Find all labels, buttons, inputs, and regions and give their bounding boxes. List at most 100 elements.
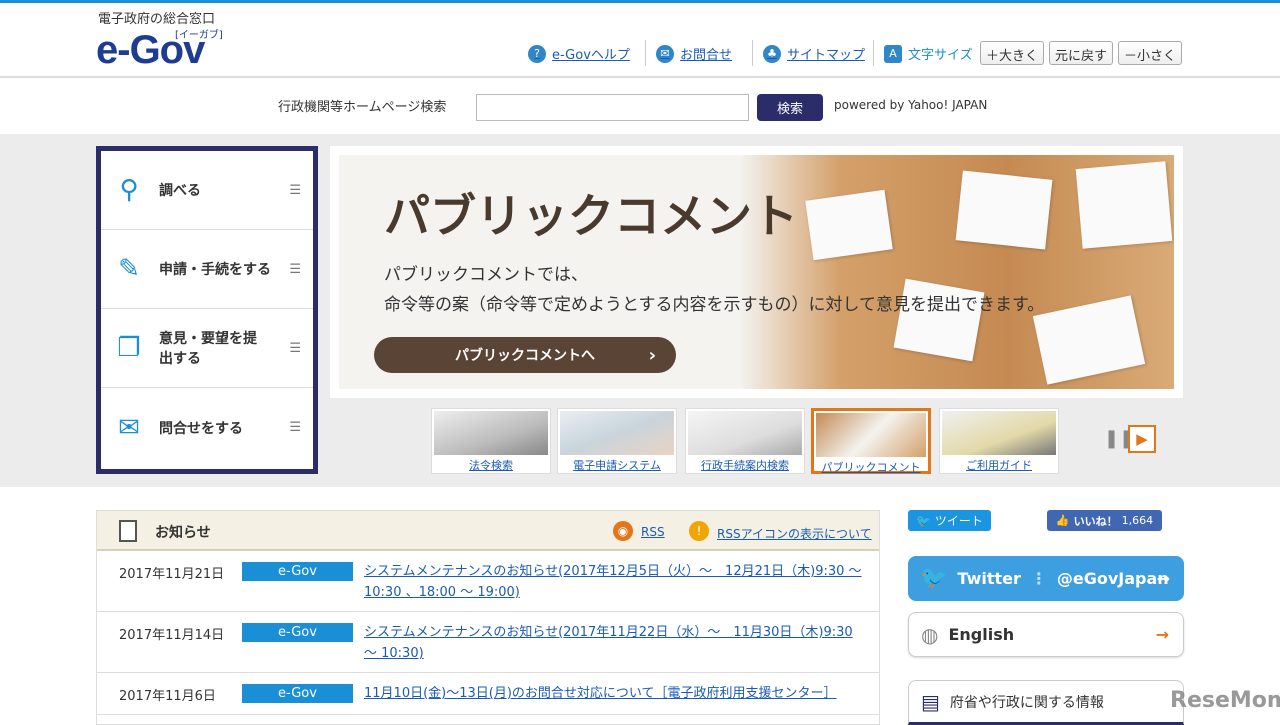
envelope-icon: ✉ <box>118 412 140 443</box>
font-reset-button[interactable]: 元に戻す <box>1049 41 1114 65</box>
banner-desc-line: パブリックコメントでは、 <box>384 265 588 285</box>
news-row: 2017年11月14日 e-Gov システムメンテナンスのお知らせ(2017年11月… <box>97 612 879 673</box>
search-input[interactable] <box>476 94 749 121</box>
menu-item-contact[interactable]: ✉ 問合せをする ☰ <box>101 388 313 467</box>
thumb-label: 電子申請システム <box>573 459 661 472</box>
tweet-label: ツイート <box>934 514 983 528</box>
divider <box>873 40 874 66</box>
twitter-account-button[interactable]: 🐦 Twitter ⋮ @eGovJapan → <box>908 556 1184 601</box>
globe-icon: ◍ <box>921 622 939 647</box>
sitemap-link[interactable]: ♣ サイトマップ <box>763 44 865 63</box>
thumb-label: 行政手続案内検索 <box>701 459 789 472</box>
search-label: 行政機関等ホームページ検索 <box>278 100 447 115</box>
news-date: 2017年11月21日 <box>119 567 225 582</box>
document-icon <box>119 520 137 542</box>
banner-desc-line: 命令等の案（命令等で定めようとする内容を示すもの）に対して意見を提出できます。 <box>384 295 1045 315</box>
powered-by: powered by Yahoo! JAPAN <box>834 98 988 112</box>
thumb-law-search[interactable]: 法令検索 <box>431 408 551 474</box>
font-size-text: 文字サイズ <box>908 48 973 63</box>
chevron-right-icon: › <box>648 344 656 366</box>
pen-form-icon: ✎ <box>118 254 140 284</box>
sitemap-icon: ♣ <box>763 44 781 63</box>
news-date: 2017年11月6日 <box>119 689 216 704</box>
font-size-icon: A <box>884 44 902 63</box>
search-button[interactable]: 検索 <box>757 94 823 121</box>
speech-bubble-icon: ❐ <box>117 333 141 363</box>
rss-link[interactable]: RSS <box>641 525 665 539</box>
thumbs-up-icon: 👍 <box>1055 514 1070 527</box>
tweet-button[interactable]: 🐦 ツイート <box>908 510 991 531</box>
thumb-label: ご利用ガイド <box>966 459 1032 472</box>
font-smaller-button[interactable]: －小さく <box>1118 41 1183 65</box>
font-size-label: A 文字サイズ <box>884 44 973 63</box>
contact-link-label: お問合せ <box>680 48 733 63</box>
rss-icon: ◉ <box>613 521 633 541</box>
divider <box>645 40 646 66</box>
play-icon[interactable]: ▶ <box>1128 425 1156 453</box>
twitter-label: Twitter <box>957 569 1021 588</box>
rss-about-link[interactable]: RSSアイコンの表示について <box>717 525 872 542</box>
thumb-label: パブリックコメント <box>821 461 921 474</box>
menu-label: 問合せをする <box>159 420 243 437</box>
list-icon: ☰ <box>289 340 301 356</box>
public-comment-button[interactable]: パブリックコメントへ › <box>374 337 676 373</box>
menu-label: 意見・要望を提出する <box>159 331 257 367</box>
magnifier-icon: ⚲ <box>119 175 139 205</box>
thumb-label: 法令検索 <box>469 459 513 472</box>
news-row: 2017年11月21日 e-Gov システムメンテナンスのお知らせ(2017年12月… <box>97 551 879 612</box>
documents-icon: ▤ <box>921 689 940 714</box>
exclamation-icon: ! <box>689 521 709 541</box>
watermark-logo: ReseMom <box>1170 688 1280 713</box>
english-label: English <box>948 625 1015 644</box>
main-menu: ⚲ 調べる ☰ ✎ 申請・手続をする ☰ ❐ 意見・要望を提出する ☰ ✉ 問合せをする ☰ <box>96 146 318 474</box>
news-link[interactable]: システムメンテナンスのお知らせ(2017年11月22日（水）～ 11月30日（木… <box>364 622 864 664</box>
news-title: お知らせ <box>155 525 211 541</box>
list-icon: ☰ <box>289 261 301 277</box>
thumb-guide[interactable]: ご利用ガイド <box>939 408 1059 474</box>
news-tag: e-Gov <box>242 562 353 581</box>
thumb-e-application[interactable]: 電子申請システム <box>557 408 677 474</box>
help-link[interactable]: ? e-Govヘルプ <box>528 44 630 63</box>
arrow-right-icon: → <box>1156 569 1170 588</box>
news-header: お知らせ ◉ RSS ! RSSアイコンの表示について <box>97 511 879 551</box>
menu-item-opinion[interactable]: ❐ 意見・要望を提出する ☰ <box>101 309 313 388</box>
button-label: パブリックコメントへ <box>455 348 595 364</box>
twitter-bird-icon: 🐦 <box>920 566 948 591</box>
help-icon: ? <box>528 44 546 63</box>
banner-image: パブリックコメント パブリックコメントでは、命令等の案（命令等で定めようとする内… <box>339 155 1174 389</box>
hero-banner[interactable]: パブリックコメント パブリックコメントでは、命令等の案（命令等で定めようとする内… <box>330 146 1183 398</box>
divider <box>752 40 753 66</box>
news-link[interactable]: 11月10日(金)～13日(月)のお問合せ対応について［電子政府利用支援センター… <box>364 683 864 704</box>
facebook-like-button[interactable]: 👍 いいね！ 1,664 <box>1047 510 1162 531</box>
divider: ⋮ <box>1030 569 1047 588</box>
list-icon: ☰ <box>289 182 301 198</box>
like-count: 1,664 <box>1121 514 1154 527</box>
banner-title: パブリックコメント <box>384 189 798 243</box>
banner-description: パブリックコメントでは、命令等の案（命令等で定めようとする内容を示すもの）に対し… <box>384 260 1044 320</box>
menu-item-search[interactable]: ⚲ 調べる ☰ <box>101 151 313 230</box>
list-icon: ☰ <box>289 420 301 435</box>
menu-item-apply[interactable]: ✎ 申請・手続をする ☰ <box>101 230 313 309</box>
gov-info-title: 府省や行政に関する情報 <box>949 694 1104 711</box>
like-label: いいね！ <box>1073 514 1118 528</box>
help-link-label: e-Govヘルプ <box>552 48 630 63</box>
news-link[interactable]: システムメンテナンスのお知らせ(2017年12月5日（火）～ 12月21日（木)… <box>364 561 864 603</box>
news-section: お知らせ ◉ RSS ! RSSアイコンの表示について 2017年11月21日 e… <box>96 510 880 725</box>
logo-reading: [イーガブ] <box>175 30 223 41</box>
news-date: 2017年11月14日 <box>119 628 225 643</box>
news-tag: e-Gov <box>242 684 353 703</box>
english-button[interactable]: ◍ English → <box>908 612 1184 657</box>
gov-info-section[interactable]: ▤ 府省や行政に関する情報 <box>908 680 1184 725</box>
mail-icon: ✉ <box>656 44 674 63</box>
contact-link[interactable]: ✉ お問合せ <box>656 44 732 63</box>
thumb-procedure-search[interactable]: 行政手続案内検索 <box>685 408 805 474</box>
menu-label: 調べる <box>159 183 201 199</box>
news-row: 2017年11月6日 e-Gov 11月10日(金)～13日(月)のお問合せ対応につ… <box>97 673 879 715</box>
twitter-handle: @eGovJapan <box>1056 569 1169 588</box>
font-larger-button[interactable]: ＋大きく <box>980 41 1045 65</box>
thumb-public-comment[interactable]: パブリックコメント <box>811 408 931 474</box>
twitter-bird-icon: 🐦 <box>916 513 935 528</box>
news-tag: e-Gov <box>242 623 353 642</box>
arrow-right-icon: → <box>1155 625 1169 644</box>
menu-label: 申請・手続をする <box>159 262 271 278</box>
